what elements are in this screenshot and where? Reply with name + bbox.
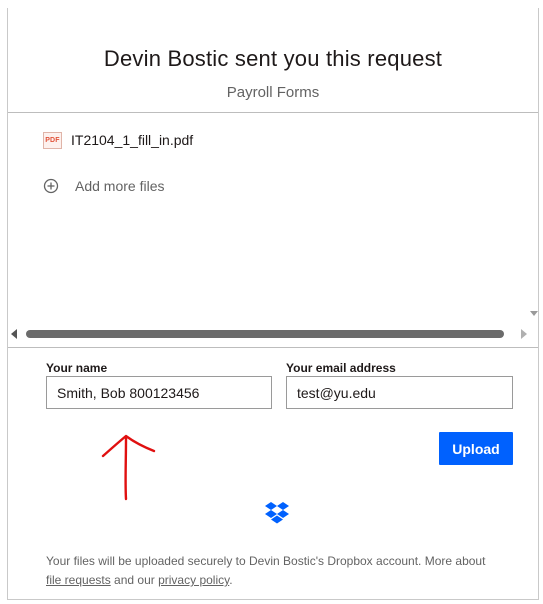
request-title: Devin Bostic sent you this request bbox=[103, 46, 443, 71]
file-request-dialog: Devin Bostic sent you this request Payro… bbox=[7, 8, 539, 600]
dropbox-logo-icon bbox=[265, 502, 289, 524]
plus-circle-icon bbox=[43, 178, 59, 194]
footer-text: Your files will be uploaded securely to … bbox=[46, 554, 486, 568]
footer-text-middle: and our bbox=[114, 573, 155, 587]
name-label: Your name bbox=[46, 361, 108, 375]
privacy-policy-link[interactable]: privacy policy bbox=[158, 573, 229, 587]
add-more-files-label: Add more files bbox=[75, 178, 165, 194]
email-label: Your email address bbox=[286, 361, 396, 375]
horizontal-scrollbar[interactable] bbox=[8, 323, 538, 345]
email-input[interactable] bbox=[286, 376, 513, 409]
footer-period: . bbox=[229, 573, 233, 587]
file-item[interactable]: PDF IT2104_1_fill_in.pdf bbox=[43, 130, 193, 150]
scroll-thumb[interactable] bbox=[26, 330, 504, 338]
scroll-left-arrow[interactable] bbox=[11, 329, 17, 339]
dialog-header: Devin Bostic sent you this request Payro… bbox=[8, 8, 538, 112]
request-subtitle: Payroll Forms bbox=[226, 84, 320, 101]
file-requests-link[interactable]: file requests bbox=[46, 573, 111, 587]
scroll-right-arrow[interactable] bbox=[521, 329, 527, 339]
upload-button[interactable]: Upload bbox=[439, 432, 513, 465]
vertical-scroll-down-arrow[interactable] bbox=[530, 311, 538, 316]
add-more-files-button[interactable]: Add more files bbox=[43, 176, 164, 196]
footer-notice: Your files will be uploaded securely to … bbox=[46, 552, 516, 590]
files-list-area: PDF IT2104_1_fill_in.pdf Add more files bbox=[8, 112, 538, 348]
red-annotation-arrow bbox=[101, 434, 156, 501]
file-name: IT2104_1_fill_in.pdf bbox=[71, 132, 194, 148]
name-input[interactable] bbox=[46, 376, 272, 409]
pdf-file-icon: PDF bbox=[43, 131, 62, 149]
